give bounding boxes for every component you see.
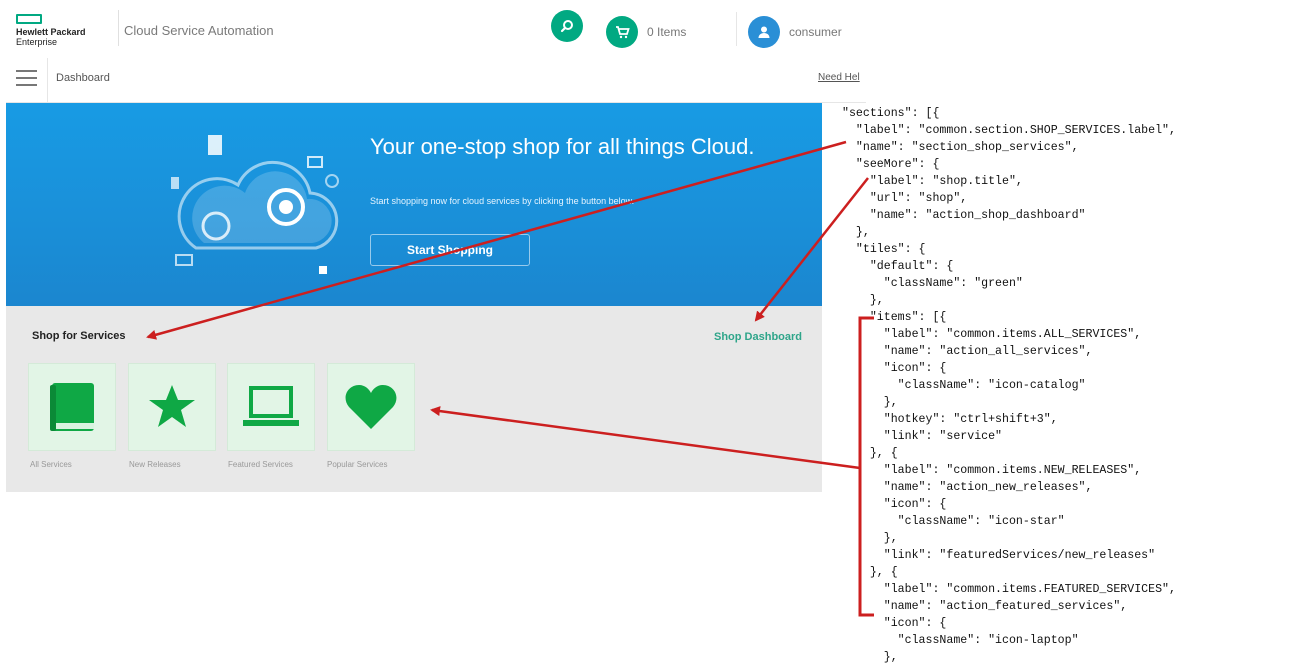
- cart-button[interactable]: [606, 16, 638, 48]
- tile-label: Popular Services: [327, 460, 388, 469]
- laptop-icon: [243, 386, 299, 426]
- code-line: "className": "icon-laptop": [842, 634, 1079, 647]
- code-line: "icon": {: [842, 362, 947, 375]
- hero-subtitle: Start shopping now for cloud services by…: [370, 196, 635, 206]
- sub-bar: Dashboard Need Hel: [6, 58, 866, 103]
- brand-line2: Enterprise: [16, 37, 58, 47]
- search-icon: [560, 20, 573, 33]
- code-line: "seeMore": {: [842, 158, 940, 171]
- code-line: "name": "section_shop_services",: [842, 141, 1079, 154]
- code-line: "sections": [{: [842, 107, 940, 120]
- hpe-logo[interactable]: Hewlett Packard Enterprise: [16, 14, 108, 48]
- shop-section: Shop for Services Shop Dashboard All Ser…: [6, 306, 822, 492]
- help-link[interactable]: Need Hel: [818, 72, 860, 83]
- code-line: }, {: [842, 447, 898, 460]
- breadcrumb: Dashboard: [56, 72, 110, 84]
- code-line: "label": "shop.title",: [842, 175, 1023, 188]
- code-line: "label": "common.items.NEW_RELEASES",: [842, 464, 1142, 477]
- brand-line1: Hewlett Packard: [16, 27, 86, 37]
- code-line: "items": [{: [842, 311, 947, 324]
- cloud-illustration-icon: [171, 135, 339, 274]
- app-title: Cloud Service Automation: [124, 23, 274, 38]
- code-line: }, {: [842, 566, 898, 579]
- tile-popular-services[interactable]: [327, 363, 415, 451]
- heart-icon: [345, 385, 397, 429]
- menu-icon[interactable]: [16, 70, 37, 88]
- user-icon: [758, 26, 770, 38]
- hero-banner: Your one-stop shop for all things Cloud.…: [6, 103, 822, 306]
- tile-all-services[interactable]: [28, 363, 116, 451]
- code-line: "default": {: [842, 260, 954, 273]
- book-icon: [50, 383, 94, 431]
- hpe-logo-mark: [16, 14, 42, 24]
- hero-title: Your one-stop shop for all things Cloud.: [370, 134, 755, 159]
- code-line: "hotkey": "ctrl+shift+3",: [842, 413, 1058, 426]
- divider: [736, 12, 737, 46]
- user-avatar-button[interactable]: [748, 16, 780, 48]
- screenshot-panel: Hewlett Packard Enterprise Cloud Service…: [6, 0, 866, 492]
- code-line: "label": "common.section.SHOP_SERVICES.l…: [842, 124, 1176, 137]
- cart-count-label[interactable]: 0 Items: [647, 25, 686, 39]
- shop-dashboard-link[interactable]: Shop Dashboard: [714, 331, 802, 343]
- tile-label: All Services: [30, 460, 72, 469]
- code-line: },: [842, 396, 898, 409]
- code-line: "link": "service": [842, 430, 1003, 443]
- tile-featured-services[interactable]: [227, 363, 315, 451]
- code-line: "label": "common.items.ALL_SERVICES",: [842, 328, 1142, 341]
- code-line: },: [842, 651, 898, 664]
- code-line: "className": "icon-star": [842, 515, 1065, 528]
- code-line: },: [842, 532, 898, 545]
- code-line: "className": "green": [842, 277, 1023, 290]
- divider: [118, 10, 119, 46]
- json-code-listing: "sections": [{ "label": "common.section.…: [842, 105, 1290, 664]
- code-line: "tiles": {: [842, 243, 926, 256]
- code-line: "link": "featuredServices/new_releases": [842, 549, 1156, 562]
- code-line: "label": "common.items.FEATURED_SERVICES…: [842, 583, 1176, 596]
- cart-icon: [616, 26, 630, 39]
- tile-new-releases[interactable]: [128, 363, 216, 451]
- code-line: "name": "action_shop_dashboard": [842, 209, 1086, 222]
- start-shopping-button[interactable]: Start Shopping: [370, 234, 530, 266]
- tile-label: New Releases: [129, 460, 181, 469]
- user-name[interactable]: consumer: [789, 25, 842, 39]
- search-button[interactable]: [551, 10, 583, 42]
- code-line: "name": "action_all_services",: [842, 345, 1093, 358]
- divider: [47, 58, 48, 102]
- code-line: },: [842, 226, 870, 239]
- code-line: "name": "action_new_releases",: [842, 481, 1093, 494]
- section-title: Shop for Services: [32, 330, 126, 342]
- code-line: },: [842, 294, 884, 307]
- code-line: "className": "icon-catalog": [842, 379, 1086, 392]
- tile-label: Featured Services: [228, 460, 293, 469]
- code-line: "url": "shop",: [842, 192, 968, 205]
- star-icon: [149, 385, 195, 427]
- code-line: "icon": {: [842, 498, 947, 511]
- code-line: "name": "action_featured_services",: [842, 600, 1128, 613]
- code-line: "icon": {: [842, 617, 947, 630]
- top-bar: Hewlett Packard Enterprise Cloud Service…: [6, 0, 866, 59]
